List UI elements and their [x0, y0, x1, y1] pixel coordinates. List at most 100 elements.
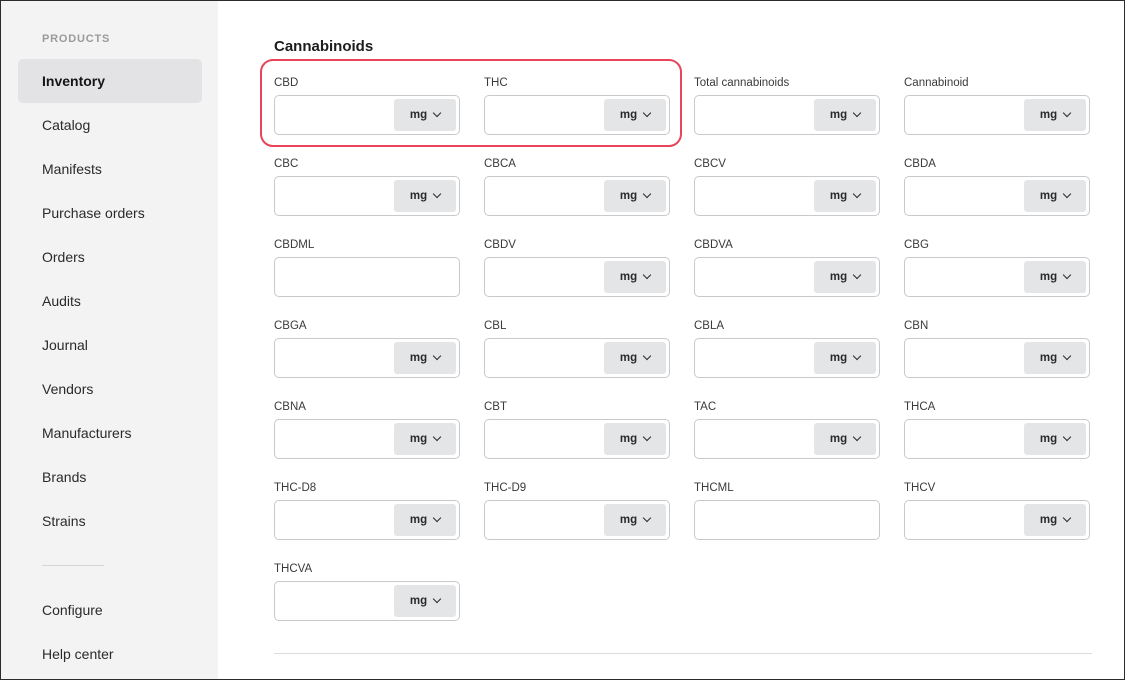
- thc-d9-input[interactable]: [486, 502, 602, 538]
- cbdml-input[interactable]: [276, 259, 458, 295]
- field-cbca: CBCA mg: [484, 157, 670, 216]
- thca-unit-select[interactable]: mg: [1024, 423, 1086, 455]
- cbd-unit-select[interactable]: mg: [394, 99, 456, 131]
- cbd-input[interactable]: [276, 97, 392, 133]
- cbt-unit-select[interactable]: mg: [604, 423, 666, 455]
- cbl-input[interactable]: [486, 340, 602, 376]
- cbg-unit-select[interactable]: mg: [1024, 261, 1086, 293]
- field-cbga: CBGA mg: [274, 319, 460, 378]
- field-box: mg: [484, 338, 670, 378]
- sidebar-item-manufacturers[interactable]: Manufacturers: [18, 411, 202, 455]
- field-label: THCA: [904, 401, 936, 413]
- field-label: THCV: [904, 482, 936, 494]
- cbl-unit-select[interactable]: mg: [604, 342, 666, 374]
- cbc-input[interactable]: [276, 178, 392, 214]
- field-cbdml: CBDML: [274, 238, 460, 297]
- tac-input[interactable]: [696, 421, 812, 457]
- unit-label: mg: [619, 433, 638, 445]
- sidebar-item-purchase-orders[interactable]: Purchase orders: [18, 191, 202, 235]
- unit-label: mg: [829, 352, 848, 364]
- cbna-unit-select[interactable]: mg: [394, 423, 456, 455]
- sidebar-item-orders[interactable]: Orders: [18, 235, 202, 279]
- cbg-input[interactable]: [906, 259, 1022, 295]
- thcv-input[interactable]: [906, 502, 1022, 538]
- thca-input[interactable]: [906, 421, 1022, 457]
- field-cbd: CBD mg: [274, 76, 460, 135]
- unit-label: mg: [409, 352, 428, 364]
- field-label: THCVA: [274, 563, 313, 575]
- chevron-down-icon: [852, 351, 862, 361]
- field-box: mg: [694, 257, 880, 297]
- chevron-down-icon: [1062, 351, 1072, 361]
- cannabinoid-unit-select[interactable]: mg: [1024, 99, 1086, 131]
- field-label: CBDV: [484, 239, 516, 251]
- unit-label: mg: [1039, 514, 1058, 526]
- cbcv-input[interactable]: [696, 178, 812, 214]
- cbca-unit-select[interactable]: mg: [604, 180, 666, 212]
- field-thcva: THCVA mg: [274, 562, 460, 621]
- sidebar-item-brands[interactable]: Brands: [18, 455, 202, 499]
- sidebar-item-configure[interactable]: Configure: [18, 588, 202, 632]
- field-label: THC-D8: [274, 482, 317, 494]
- thc-d9-unit-select[interactable]: mg: [604, 504, 666, 536]
- chevron-down-icon: [852, 108, 862, 118]
- sidebar-item-inventory[interactable]: Inventory: [18, 59, 202, 103]
- cbc-unit-select[interactable]: mg: [394, 180, 456, 212]
- cbcv-unit-select[interactable]: mg: [814, 180, 876, 212]
- chevron-down-icon: [1062, 432, 1072, 442]
- cbga-input[interactable]: [276, 340, 392, 376]
- cbda-unit-select[interactable]: mg: [1024, 180, 1086, 212]
- field-label: CBCA: [484, 158, 516, 170]
- field-label: CBGA: [274, 320, 307, 332]
- cbdva-unit-select[interactable]: mg: [814, 261, 876, 293]
- thcva-unit-select[interactable]: mg: [394, 585, 456, 617]
- cbdv-unit-select[interactable]: mg: [604, 261, 666, 293]
- field-box: mg: [694, 95, 880, 135]
- field-cbla: CBLA mg: [694, 319, 880, 378]
- sidebar-item-catalog[interactable]: Catalog: [18, 103, 202, 147]
- cbna-input[interactable]: [276, 421, 392, 457]
- cbdv-input[interactable]: [486, 259, 602, 295]
- sidebar-item-journal[interactable]: Journal: [18, 323, 202, 367]
- unit-label: mg: [619, 514, 638, 526]
- cannabinoid-input[interactable]: [906, 97, 1022, 133]
- field-label: CBC: [274, 158, 299, 170]
- cbca-input[interactable]: [486, 178, 602, 214]
- unit-label: mg: [619, 190, 638, 202]
- total-cannabinoids-input[interactable]: [696, 97, 812, 133]
- field-box: mg: [484, 419, 670, 459]
- thc-input[interactable]: [486, 97, 602, 133]
- thc-d8-unit-select[interactable]: mg: [394, 504, 456, 536]
- field-box: mg: [694, 176, 880, 216]
- cbla-input[interactable]: [696, 340, 812, 376]
- sidebar-item-strains[interactable]: Strains: [18, 499, 202, 543]
- total-cannabinoids-unit-select[interactable]: mg: [814, 99, 876, 131]
- chevron-down-icon: [432, 594, 442, 604]
- cbn-unit-select[interactable]: mg: [1024, 342, 1086, 374]
- cbla-unit-select[interactable]: mg: [814, 342, 876, 374]
- thc-d8-input[interactable]: [276, 502, 392, 538]
- unit-label: mg: [409, 595, 428, 607]
- cbga-unit-select[interactable]: mg: [394, 342, 456, 374]
- sidebar-item-audits[interactable]: Audits: [18, 279, 202, 323]
- field-box: mg: [484, 500, 670, 540]
- field-box: mg: [904, 176, 1090, 216]
- cbdva-input[interactable]: [696, 259, 812, 295]
- sidebar-item-help-center[interactable]: Help center: [18, 632, 202, 676]
- thcv-unit-select[interactable]: mg: [1024, 504, 1086, 536]
- sidebar-item-manifests[interactable]: Manifests: [18, 147, 202, 191]
- sidebar-item-vendors[interactable]: Vendors: [18, 367, 202, 411]
- field-label: CBL: [484, 320, 507, 332]
- cbda-input[interactable]: [906, 178, 1022, 214]
- field-cbn: CBN mg: [904, 319, 1090, 378]
- thc-unit-select[interactable]: mg: [604, 99, 666, 131]
- tac-unit-select[interactable]: mg: [814, 423, 876, 455]
- chevron-down-icon: [432, 108, 442, 118]
- cbn-input[interactable]: [906, 340, 1022, 376]
- field-box: mg: [694, 419, 880, 459]
- field-cbl: CBL mg: [484, 319, 670, 378]
- cbt-input[interactable]: [486, 421, 602, 457]
- thcml-input[interactable]: [696, 502, 878, 538]
- thcva-input[interactable]: [276, 583, 392, 619]
- field-cbdv: CBDV mg: [484, 238, 670, 297]
